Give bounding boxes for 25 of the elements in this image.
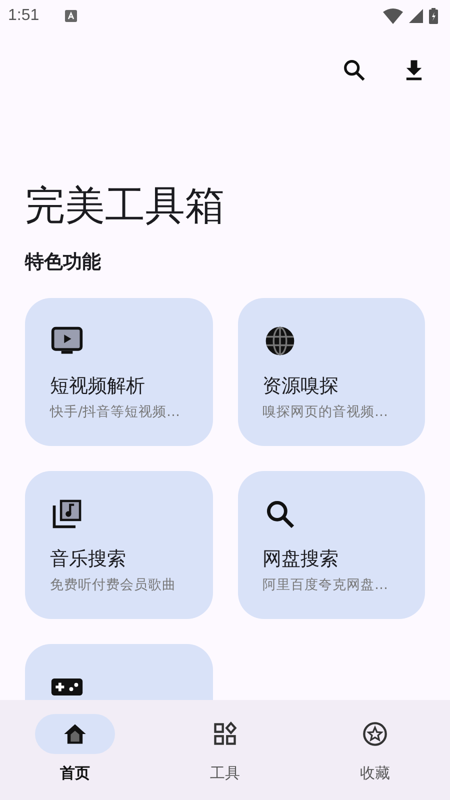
nav-tab[interactable]: 收藏 [300,700,450,800]
feature-card[interactable]: 网盘搜索 阿里百度夸克网盘… [238,471,425,619]
feature-card[interactable]: 资源嗅探 嗅探网页的音视频… [238,298,425,446]
nav-tab[interactable]: 首页 [0,700,150,800]
feature-description: 阿里百度夸克网盘… [262,576,389,594]
music-library-icon [50,497,84,531]
search-icon [341,57,367,83]
feature-description: 免费听付费会员歌曲 [50,576,177,594]
nav-tab[interactable]: 工具 [150,700,300,800]
feature-title: 音乐搜索 [50,547,127,572]
feature-title: 网盘搜索 [262,547,340,572]
wifi-icon [383,8,403,24]
feature-title: 资源嗅探 [262,374,340,399]
status-time: 1:51 [8,7,40,25]
signal-icon [409,9,423,23]
section-heading: 特色功能 [25,250,102,275]
feature-card[interactable]: 短视频解析 快手/抖音等短视频… [25,298,212,446]
apps-icon [212,721,238,747]
feature-title: 短视频解析 [50,374,146,399]
app-title: 完美工具箱 [25,182,226,231]
keyboard-icon [65,10,78,22]
feature-description: 快手/抖音等短视频… [50,403,182,421]
battery-icon [429,8,438,24]
feature-description: 嗅探网页的音视频… [262,403,389,421]
feature-card[interactable]: 音乐搜索 免费听付费会员歌曲 [25,471,212,619]
